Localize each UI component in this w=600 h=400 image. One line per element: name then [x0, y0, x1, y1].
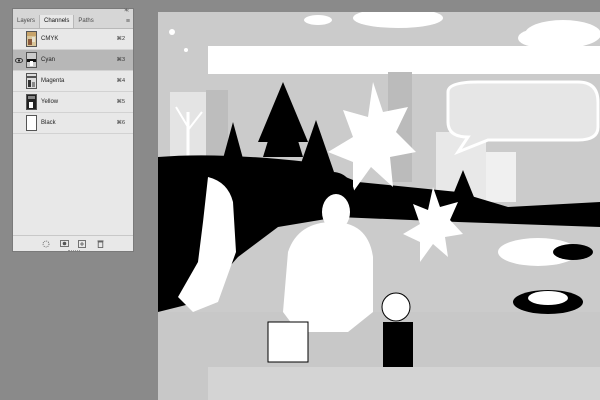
channel-row-cmyk[interactable]: CMYK ⌘2 — [13, 29, 133, 50]
channel-thumbnail — [26, 73, 37, 89]
dotted-circle-icon[interactable] — [42, 240, 51, 248]
channel-list: CMYK ⌘2 Cyan ⌘3 Magenta ⌘4 Yellow ⌘5 Bla… — [13, 29, 133, 134]
document-canvas[interactable] — [158, 12, 600, 400]
eye-icon[interactable] — [13, 50, 25, 71]
channel-thumbnail — [26, 52, 37, 68]
channel-shortcut: ⌘4 — [116, 78, 125, 84]
visibility-toggle[interactable] — [13, 29, 25, 50]
channel-shortcut: ⌘2 — [116, 36, 125, 42]
channel-shortcut: ⌘5 — [116, 99, 125, 105]
visibility-toggle[interactable] — [13, 92, 25, 113]
channel-row-black[interactable]: Black ⌘6 — [13, 113, 133, 134]
channel-shortcut: ⌘3 — [116, 57, 125, 63]
channel-name: Magenta — [41, 78, 65, 84]
channel-name: CMYK — [41, 36, 59, 42]
channel-name: Yellow — [41, 99, 59, 105]
channel-name: Black — [41, 120, 56, 126]
visibility-toggle[interactable] — [13, 113, 25, 134]
visibility-toggle[interactable] — [13, 71, 25, 92]
new-channel-icon[interactable] — [78, 239, 87, 248]
channel-row-cyan[interactable]: Cyan ⌘3 — [13, 50, 133, 71]
channel-shortcut: ⌘6 — [116, 120, 125, 126]
tab-layers[interactable]: Layers — [13, 15, 39, 28]
trash-icon[interactable] — [96, 240, 105, 248]
channel-name: Cyan — [41, 57, 56, 63]
channel-row-magenta[interactable]: Magenta ⌘4 — [13, 71, 133, 92]
cyan-channel-artwork — [158, 12, 600, 400]
collapse-panel-icon[interactable]: « — [126, 7, 129, 15]
tab-paths[interactable]: Paths — [74, 15, 97, 28]
channel-row-yellow[interactable]: Yellow ⌘5 — [13, 92, 133, 113]
mask-icon[interactable] — [59, 240, 69, 248]
panel-resize-grip[interactable] — [68, 250, 80, 253]
tab-channels[interactable]: Channels — [39, 15, 75, 28]
channels-panel: × « Layers Channels Paths ≡ CMYK ⌘2 Cyan… — [12, 8, 134, 252]
channel-thumbnail — [26, 31, 37, 47]
channel-thumbnail — [26, 94, 37, 110]
panel-menu-icon[interactable]: ≡ — [126, 17, 130, 26]
panel-tabs: Layers Channels Paths ≡ — [13, 15, 133, 29]
panel-footer — [13, 235, 133, 251]
channel-thumbnail — [26, 115, 37, 131]
